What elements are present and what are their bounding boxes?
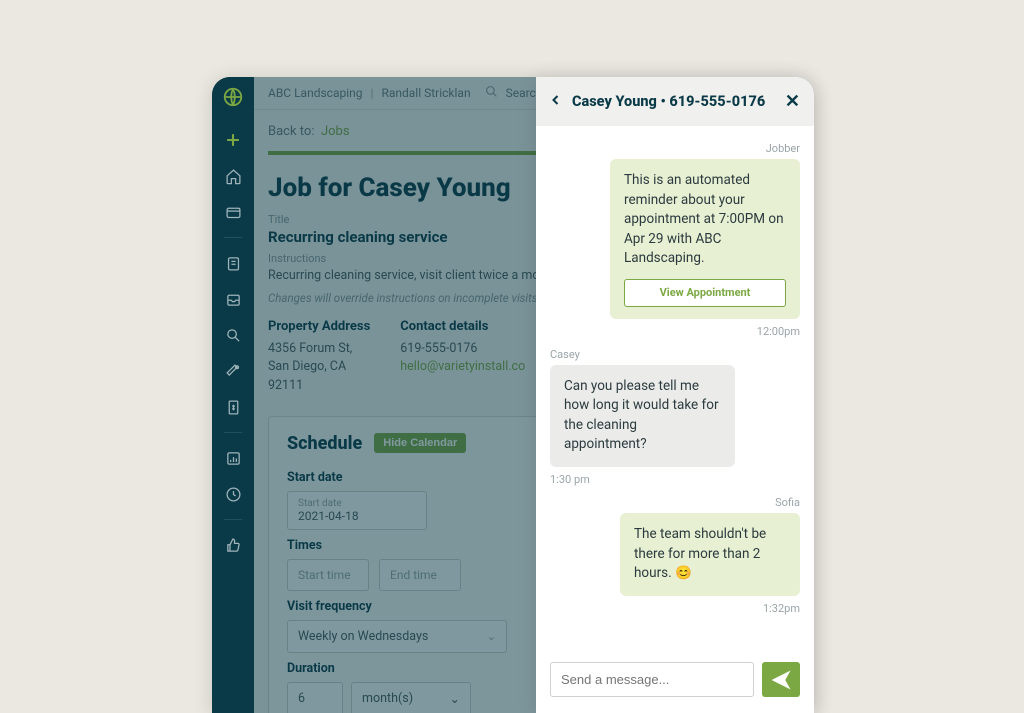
duration-number-input[interactable]: 6	[287, 682, 343, 713]
message-sender: Casey	[550, 348, 800, 361]
sidebar-divider	[224, 519, 242, 520]
contact-column: Contact details 619-555-0176 hello@varie…	[400, 319, 525, 396]
user-name: Randall Stricklan	[381, 86, 470, 100]
duration-unit-select[interactable]: month(s) ⌄	[351, 682, 471, 713]
duration-unit-value: month(s)	[362, 691, 413, 706]
sidebar-divider	[224, 432, 242, 433]
frequency-select[interactable]: Weekly on Wednesdays ⌄	[287, 620, 507, 653]
chat-back-icon[interactable]	[550, 92, 562, 112]
address-line-3: 92111	[268, 377, 370, 396]
breadcrumb-link[interactable]: Jobs	[321, 124, 350, 139]
message-time: 12:00pm	[550, 325, 800, 338]
chat-title: Casey Young • 619-555-0176	[572, 93, 775, 110]
clients-icon[interactable]	[220, 250, 246, 276]
message-sender: Jobber	[550, 142, 800, 155]
send-button[interactable]	[762, 662, 800, 697]
contact-phone: 619-555-0176	[400, 340, 525, 359]
address-label: Property Address	[268, 319, 370, 334]
frequency-value: Weekly on Wednesdays	[298, 629, 428, 644]
report-icon[interactable]	[220, 445, 246, 471]
start-date-value: 2021-04-18	[298, 509, 359, 523]
start-date-input[interactable]: Start date 2021-04-18	[287, 491, 427, 530]
sidebar	[212, 77, 254, 713]
company-name: ABC Landscaping	[268, 86, 363, 100]
tool-icon[interactable]	[220, 358, 246, 384]
back-to-label: Back to:	[268, 124, 314, 139]
message-time: 1:30 pm	[550, 473, 800, 486]
message-time: 1:32pm	[550, 602, 800, 615]
message-bubble: Can you please tell me how long it would…	[550, 365, 735, 467]
schedule-title: Schedule	[287, 433, 362, 454]
start-date-inner-label: Start date	[298, 498, 416, 509]
app-logo	[221, 85, 245, 109]
address-body: 4356 Forum St, San Diego, CA 92111	[268, 340, 370, 396]
chat-header: Casey Young • 619-555-0176 ✕	[536, 77, 814, 126]
contact-label: Contact details	[400, 319, 525, 334]
message-input[interactable]	[550, 662, 754, 697]
start-time-input[interactable]: Start time	[287, 559, 369, 591]
sidebar-divider	[224, 237, 242, 238]
address-line-1: 4356 Forum St,	[268, 340, 370, 359]
chat-footer	[536, 650, 814, 713]
home-icon[interactable]	[220, 163, 246, 189]
search-nav-icon[interactable]	[220, 322, 246, 348]
invoice-icon[interactable]	[220, 394, 246, 420]
address-line-2: San Diego, CA	[268, 358, 370, 377]
clock-icon[interactable]	[220, 481, 246, 507]
view-appointment-button[interactable]: View Appointment	[624, 279, 786, 307]
search-icon[interactable]	[485, 85, 498, 101]
end-time-input[interactable]: End time	[379, 559, 461, 591]
chat-close-icon[interactable]: ✕	[785, 91, 800, 112]
add-button[interactable]	[220, 127, 246, 153]
hide-calendar-button[interactable]: Hide Calendar	[374, 433, 466, 453]
chevron-down-icon: ⌄	[487, 630, 496, 643]
contact-body: 619-555-0176 hello@varietyinstall.co	[400, 340, 525, 378]
message-text: The team shouldn't be there for more tha…	[634, 526, 766, 581]
chat-panel: Casey Young • 619-555-0176 ✕ Jobber This…	[536, 77, 814, 713]
card-icon[interactable]	[220, 199, 246, 225]
message-sender: Sofia	[550, 496, 800, 509]
message-bubble: This is an automated reminder about your…	[610, 159, 800, 319]
message-bubble: The team shouldn't be there for more tha…	[620, 513, 800, 596]
chevron-down-icon: ⌄	[450, 691, 460, 707]
contact-email[interactable]: hello@varietyinstall.co	[400, 358, 525, 377]
message-text: Can you please tell me how long it would…	[564, 378, 719, 453]
inbox-icon[interactable]	[220, 286, 246, 312]
address-column: Property Address 4356 Forum St, San Dieg…	[268, 319, 370, 396]
thumbs-up-icon[interactable]	[220, 532, 246, 558]
message-text: This is an automated reminder about your…	[624, 172, 784, 266]
chat-body: Jobber This is an automated reminder abo…	[536, 126, 814, 650]
header-separator: |	[371, 86, 374, 100]
